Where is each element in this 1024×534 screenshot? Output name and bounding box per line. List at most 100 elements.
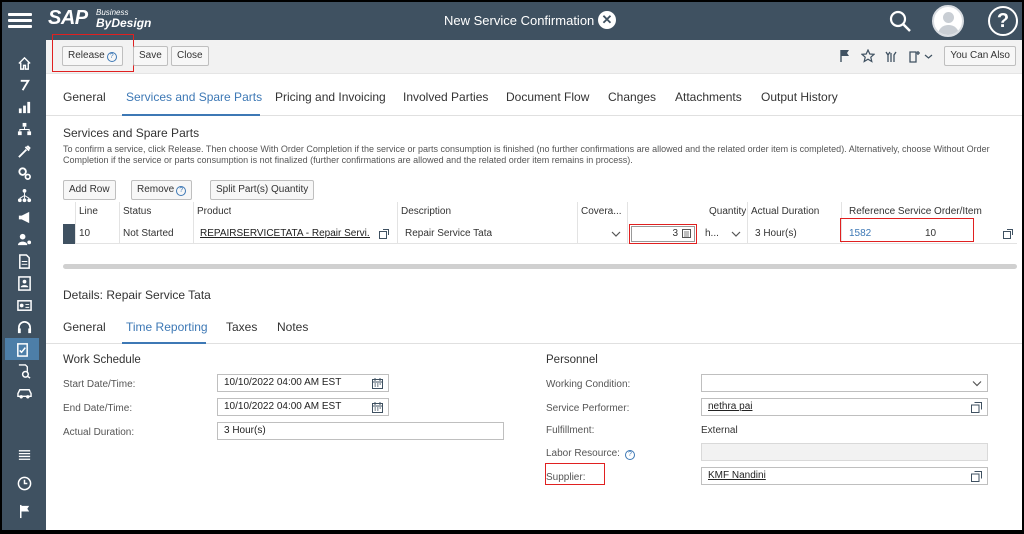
tab-involved-parties[interactable]: Involved Parties: [403, 90, 488, 104]
split-parts-quantity-button[interactable]: Split Part(s) Quantity: [210, 180, 315, 200]
remove-help-icon[interactable]: ?: [176, 186, 187, 196]
labor-resource-input: [701, 443, 988, 461]
detail-tab-notes[interactable]: Notes: [277, 320, 308, 334]
open-product-icon[interactable]: [379, 229, 389, 239]
tab-services-spare-parts[interactable]: Services and Spare Parts: [126, 90, 262, 104]
shell-bar: SAP Business ByDesign New Service Confir…: [2, 2, 1022, 40]
service-performer-input[interactable]: nethra pai: [701, 398, 988, 416]
end-datetime-input[interactable]: 10/10/2022 04:00 AM EST: [217, 398, 389, 416]
gears-icon[interactable]: [2, 162, 46, 184]
menu-icon[interactable]: [8, 10, 32, 32]
document-icon[interactable]: [2, 250, 46, 272]
logo-subtitle: Business ByDesign: [96, 8, 151, 30]
working-condition-select[interactable]: [701, 374, 988, 392]
end-datetime-value: 10/10/2022 04:00 AM EST: [224, 401, 342, 412]
open-value-help-icon[interactable]: [971, 402, 982, 413]
flag-nav-icon[interactable]: [2, 500, 46, 522]
cell-description[interactable]: Repair Service Tata: [405, 224, 492, 244]
services-section-title: Services and Spare Parts: [63, 126, 200, 140]
tab-output-history[interactable]: Output History: [761, 90, 838, 104]
customer-icon[interactable]: [2, 228, 46, 250]
coverage-dropdown-icon[interactable]: [611, 231, 621, 238]
col-header-description[interactable]: Description: [401, 202, 451, 222]
tab-general[interactable]: General: [63, 90, 106, 104]
fulfillment-label: Fulfillment:: [546, 425, 595, 436]
megaphone-icon[interactable]: [2, 206, 46, 228]
unit-dropdown-icon[interactable]: [731, 231, 741, 238]
col-header-coverage[interactable]: Covera...: [581, 202, 627, 222]
flag-icon[interactable]: [838, 49, 852, 63]
tools-icon[interactable]: [2, 140, 46, 162]
left-nav: [2, 40, 46, 530]
supplier-value[interactable]: KMF Nandini: [708, 470, 766, 481]
col-header-actual-duration[interactable]: Actual Duration: [751, 202, 819, 222]
start-datetime-input[interactable]: 10/10/2022 04:00 AM EST: [217, 374, 389, 392]
clock-icon[interactable]: [2, 472, 46, 494]
actual-duration-input[interactable]: 3 Hour(s): [217, 422, 504, 440]
chevron-down-icon[interactable]: [972, 380, 982, 388]
headset-icon[interactable]: [2, 316, 46, 338]
avatar[interactable]: [932, 5, 964, 37]
home-icon[interactable]: [2, 52, 46, 74]
labor-resource-help-icon[interactable]: ?: [624, 450, 635, 460]
search-document-icon[interactable]: [2, 360, 46, 382]
help-icon[interactable]: ?: [988, 6, 1018, 36]
col-header-quantity[interactable]: Quantity: [709, 202, 746, 222]
service-performer-value[interactable]: nethra pai: [708, 401, 752, 412]
cell-unit[interactable]: h...: [705, 224, 719, 244]
tab-attachments[interactable]: Attachments: [675, 90, 742, 104]
open-reference-icon[interactable]: [1003, 229, 1013, 239]
cell-line: 10: [79, 228, 91, 239]
cell-actual-duration[interactable]: 3 Hour(s): [755, 224, 797, 244]
hierarchy-icon[interactable]: [2, 184, 46, 206]
row-selector[interactable]: [63, 224, 75, 244]
analytics-icon[interactable]: [2, 96, 46, 118]
close-button[interactable]: Close: [171, 46, 209, 66]
detail-tab-general[interactable]: General: [63, 320, 106, 334]
services-description: To confirm a service, click Release. The…: [63, 144, 990, 165]
remove-button[interactable]: Remove?: [131, 180, 193, 200]
you-can-also-button[interactable]: You Can Also: [944, 46, 1016, 66]
tab-pricing-invoicing[interactable]: Pricing and Invoicing: [275, 90, 386, 104]
search-icon[interactable]: [888, 9, 912, 33]
open-value-help-icon[interactable]: [971, 471, 982, 482]
calendar-icon[interactable]: [372, 402, 383, 413]
service-confirmation-icon[interactable]: [5, 338, 39, 360]
grid-horizontal-scrollbar[interactable]: [63, 264, 1017, 269]
tab-document-flow[interactable]: Document Flow: [506, 90, 589, 104]
save-button[interactable]: Save: [133, 46, 168, 66]
contact-card-icon[interactable]: [2, 272, 46, 294]
list-icon[interactable]: [2, 444, 46, 466]
new-window-icon[interactable]: [908, 49, 922, 63]
quantity-highlight: [629, 224, 697, 244]
personalize-icon[interactable]: [884, 49, 898, 63]
actual-duration-value: 3 Hour(s): [224, 425, 266, 436]
detail-tab-taxes[interactable]: Taxes: [226, 320, 257, 334]
content-area: Services and Spare Parts To confirm a se…: [46, 116, 1022, 530]
col-header-status[interactable]: Status: [123, 202, 151, 222]
details-tabs: General Time Reporting Taxes Notes: [46, 312, 1022, 344]
col-header-line[interactable]: Line: [79, 202, 98, 222]
org-chart-icon[interactable]: [2, 118, 46, 140]
chevron-down-icon[interactable]: [924, 49, 933, 63]
calendar-icon[interactable]: [372, 378, 383, 389]
supplier-input[interactable]: KMF Nandini: [701, 467, 988, 485]
main-tabs: General Services and Spare Parts Pricing…: [46, 78, 1022, 116]
add-row-button[interactable]: Add Row: [63, 180, 116, 200]
cell-product-link[interactable]: REPAIRSERVICETATA - Repair Servi...: [200, 224, 370, 244]
refresh-icon[interactable]: [2, 74, 46, 96]
working-condition-label: Working Condition:: [546, 379, 631, 390]
personnel-title: Personnel: [546, 354, 598, 366]
star-icon[interactable]: [861, 49, 875, 63]
actual-duration-label: Actual Duration:: [63, 427, 135, 438]
tab-changes[interactable]: Changes: [608, 90, 656, 104]
release-highlight: [52, 34, 134, 72]
detail-selected-tab-indicator: [122, 342, 206, 344]
id-card-icon[interactable]: [2, 294, 46, 316]
col-header-product[interactable]: Product: [197, 202, 231, 222]
car-icon[interactable]: [2, 382, 46, 404]
close-icon[interactable]: ✕: [598, 11, 616, 29]
detail-tab-time-reporting[interactable]: Time Reporting: [126, 320, 208, 334]
app-frame: SAP Business ByDesign New Service Confir…: [2, 2, 1022, 530]
fulfillment-value: External: [701, 425, 738, 436]
